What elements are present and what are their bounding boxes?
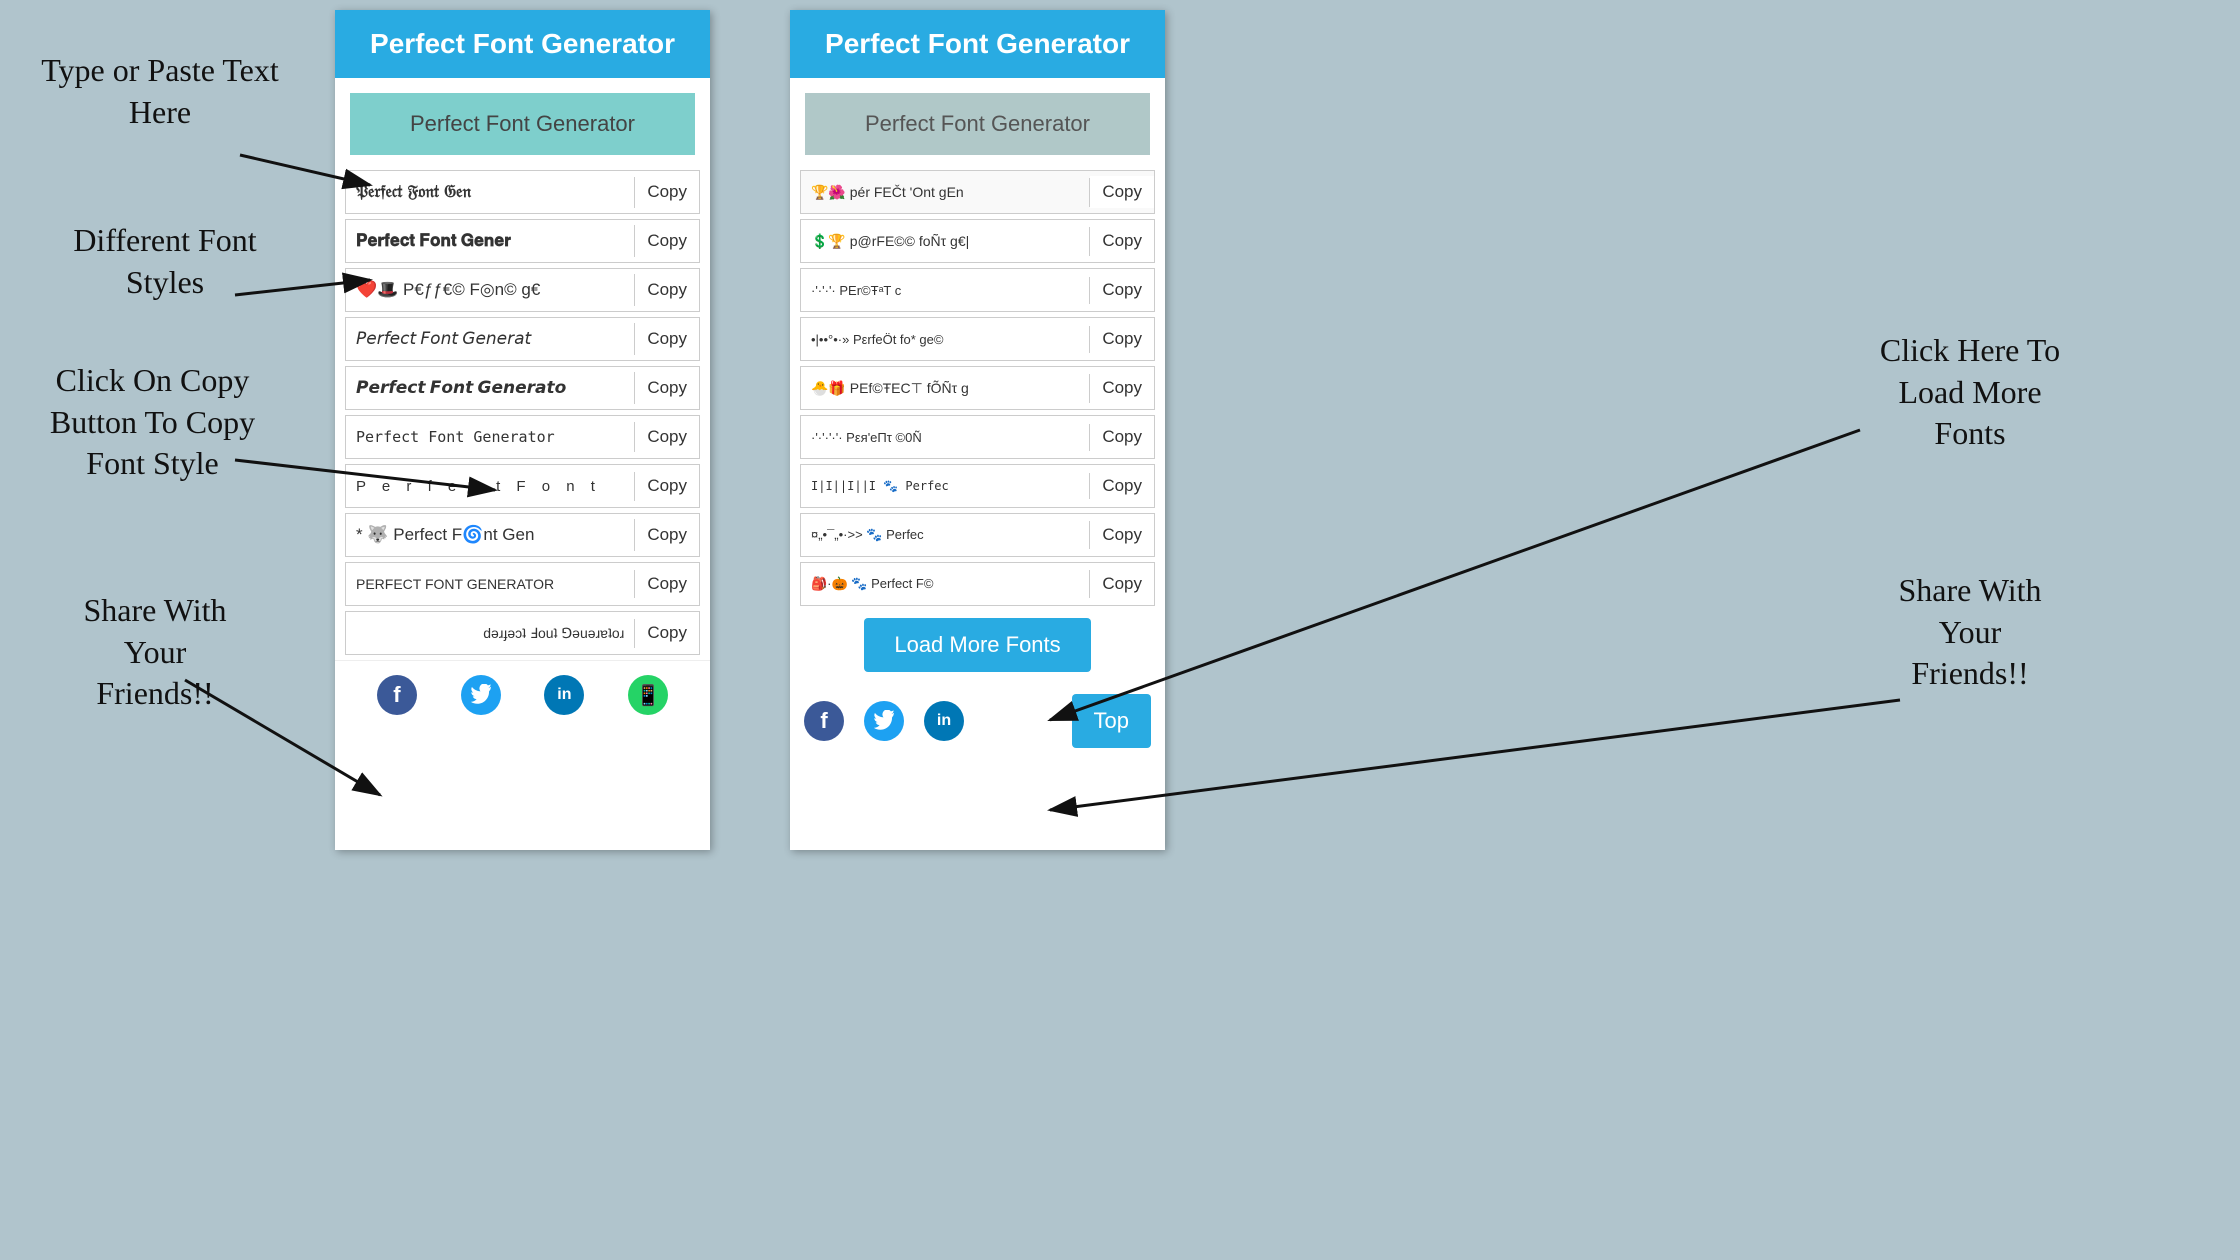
p2-font-row-4: •|••°•·» PεrfeÖt fo* ge© Copy bbox=[800, 317, 1155, 361]
p2-font-text-1: 🏆🌺 pér FEČt 'Ont gEn bbox=[801, 178, 1090, 207]
p2-font-row-7: I|I||I||I 🐾 Perfec Copy bbox=[800, 464, 1155, 508]
font-text-3: ❤️🎩 P€ƒƒ€© F◎n© g€ bbox=[346, 274, 635, 306]
p2-copy-btn-7[interactable]: Copy bbox=[1090, 470, 1154, 502]
linkedin-icon[interactable]: in bbox=[544, 675, 584, 715]
phone1-title: Perfect Font Generator bbox=[370, 28, 675, 59]
copy-btn-5[interactable]: Copy bbox=[635, 372, 699, 404]
annotation-type-text: Type or Paste TextHere bbox=[30, 50, 290, 133]
font-text-4: 𝘗𝘦𝘳𝘧𝘦𝘤𝘵 𝘍𝘰𝘯𝘵 𝘎𝘦𝘯𝘦𝘳𝘢𝘵 bbox=[346, 323, 635, 355]
top-button[interactable]: Top bbox=[1072, 694, 1151, 748]
social-bar-1: f in 📱 bbox=[335, 660, 710, 729]
font-text-7: P e r f e c t F o n t bbox=[346, 472, 635, 501]
font-row-9: PERFECT FONT GENERATOR Copy bbox=[345, 562, 700, 606]
font-text-2: 𝐏𝐞𝐫𝐟𝐞𝐜𝐭 𝐅𝐨𝐧𝐭 𝐆𝐞𝐧𝐞𝐫 bbox=[346, 225, 635, 257]
font-row-5: 𝙋𝙚𝙧𝙛𝙚𝙘𝙩 𝙁𝙤𝙣𝙩 𝙂𝙚𝙣𝙚𝙧𝙖𝙩𝙤 Copy bbox=[345, 366, 700, 410]
p2-font-row-1: 🏆🌺 pér FEČt 'Ont gEn Copy bbox=[800, 170, 1155, 214]
p2-font-row-5: 🐣🎁 PEf©ŦEC⊤ fÕÑτ g Copy bbox=[800, 366, 1155, 410]
copy-btn-3[interactable]: Copy bbox=[635, 274, 699, 306]
copy-btn-10[interactable]: Copy bbox=[635, 617, 699, 649]
copy-btn-7[interactable]: Copy bbox=[635, 470, 699, 502]
p2-copy-btn-8[interactable]: Copy bbox=[1090, 519, 1154, 551]
copy-btn-4[interactable]: Copy bbox=[635, 323, 699, 355]
font-text-8: * 🐺 Perfect F🌀nt Gen bbox=[346, 519, 635, 551]
font-text-6: 𝙿𝚎𝚛𝚏𝚎𝚌𝚝 𝙵𝚘𝚗𝚝 𝙶𝚎𝚗𝚎𝚛𝚊𝚝𝚘𝚛 bbox=[346, 422, 635, 452]
font-text-9: PERFECT FONT GENERATOR bbox=[346, 570, 635, 598]
annotation-font-styles: Different FontStyles bbox=[30, 220, 300, 303]
p2-font-row-9: 🎒·🎃 🐾 Perfect F© Copy bbox=[800, 562, 1155, 606]
phone1-header: Perfect Font Generator bbox=[335, 10, 710, 78]
annotation-copy: Click On CopyButton To CopyFont Style bbox=[10, 360, 295, 485]
phone2-header: Perfect Font Generator bbox=[790, 10, 1165, 78]
facebook-icon[interactable]: f bbox=[377, 675, 417, 715]
p2-font-text-7: I|I||I||I 🐾 Perfec bbox=[801, 473, 1090, 499]
p2-copy-btn-4[interactable]: Copy bbox=[1090, 323, 1154, 355]
p2-copy-btn-1[interactable]: Copy bbox=[1090, 176, 1154, 208]
facebook-icon-2[interactable]: f bbox=[804, 701, 844, 741]
font-text-10: ɹoʇɐɹǝuǝ⅁ ʇuoℲ ʇɔǝɟɹǝd bbox=[346, 619, 635, 648]
p2-font-row-3: ·'·'·'· ΡEr©ŦᵃΤ c Copy bbox=[800, 268, 1155, 312]
linkedin-icon-2[interactable]: in bbox=[924, 701, 964, 741]
text-input[interactable] bbox=[350, 93, 695, 155]
font-text-5: 𝙋𝙚𝙧𝙛𝙚𝙘𝙩 𝙁𝙤𝙣𝙩 𝙂𝙚𝙣𝙚𝙧𝙖𝙩𝙤 bbox=[346, 372, 635, 404]
font-row-6: 𝙿𝚎𝚛𝚏𝚎𝚌𝚝 𝙵𝚘𝚗𝚝 𝙶𝚎𝚗𝚎𝚛𝚊𝚝𝚘𝚛 Copy bbox=[345, 415, 700, 459]
p2-copy-btn-9[interactable]: Copy bbox=[1090, 568, 1154, 600]
text-input-2[interactable] bbox=[805, 93, 1150, 155]
whatsapp-icon[interactable]: 📱 bbox=[628, 675, 668, 715]
p2-font-text-5: 🐣🎁 PEf©ŦEC⊤ fÕÑτ g bbox=[801, 374, 1090, 403]
font-row-10: ɹoʇɐɹǝuǝ⅁ ʇuoℲ ʇɔǝɟɹǝd Copy bbox=[345, 611, 700, 655]
p2-copy-btn-2[interactable]: Copy bbox=[1090, 225, 1154, 257]
top-label: Top bbox=[1094, 708, 1129, 733]
p2-font-text-6: ·'·'·'·'· Pεя'eΠτ ©0Ñ bbox=[801, 424, 1090, 451]
load-more-button[interactable]: Load More Fonts bbox=[864, 618, 1090, 672]
twitter-icon[interactable] bbox=[461, 675, 501, 715]
p2-font-row-2: 💲🏆 p@rFE©© foÑτ g€| Copy bbox=[800, 219, 1155, 263]
p2-copy-btn-5[interactable]: Copy bbox=[1090, 372, 1154, 404]
font-row-1: 𝔓𝔢𝔯𝔣𝔢𝔠𝔱 𝔉𝔬𝔫𝔱 𝔊𝔢𝔫 Copy bbox=[345, 170, 700, 214]
p2-font-text-4: •|••°•·» PεrfeÖt fo* ge© bbox=[801, 326, 1090, 353]
font-row-4: 𝘗𝘦𝘳𝘧𝘦𝘤𝘵 𝘍𝘰𝘯𝘵 𝘎𝘦𝘯𝘦𝘳𝘢𝘵 Copy bbox=[345, 317, 700, 361]
annotation-load-more: Click Here ToLoad MoreFonts bbox=[1820, 330, 2120, 455]
phone-2: Perfect Font Generator 🏆🌺 pér FEČt 'Ont … bbox=[790, 10, 1165, 850]
annotation-share-left: Share WithYourFriends!! bbox=[30, 590, 280, 715]
copy-btn-6[interactable]: Copy bbox=[635, 421, 699, 453]
phone-1: Perfect Font Generator 𝔓𝔢𝔯𝔣𝔢𝔠𝔱 𝔉𝔬𝔫𝔱 𝔊𝔢𝔫 … bbox=[335, 10, 710, 850]
font-row-2: 𝐏𝐞𝐫𝐟𝐞𝐜𝐭 𝐅𝐨𝐧𝐭 𝐆𝐞𝐧𝐞𝐫 Copy bbox=[345, 219, 700, 263]
p2-font-text-2: 💲🏆 p@rFE©© foÑτ g€| bbox=[801, 227, 1090, 256]
p2-font-row-6: ·'·'·'·'· Pεя'eΠτ ©0Ñ Copy bbox=[800, 415, 1155, 459]
font-row-7: P e r f e c t F o n t Copy bbox=[345, 464, 700, 508]
p2-font-text-3: ·'·'·'· ΡEr©ŦᵃΤ c bbox=[801, 277, 1090, 304]
p2-font-text-8: ¤„•¯„•·>> 🐾 Perfec bbox=[801, 521, 1090, 549]
copy-btn-8[interactable]: Copy bbox=[635, 519, 699, 551]
load-more-label: Load More Fonts bbox=[894, 632, 1060, 657]
twitter-icon-2[interactable] bbox=[864, 701, 904, 741]
font-row-3: ❤️🎩 P€ƒƒ€© F◎n© g€ Copy bbox=[345, 268, 700, 312]
p2-copy-btn-6[interactable]: Copy bbox=[1090, 421, 1154, 453]
font-text-1: 𝔓𝔢𝔯𝔣𝔢𝔠𝔱 𝔉𝔬𝔫𝔱 𝔊𝔢𝔫 bbox=[346, 177, 635, 208]
copy-btn-9[interactable]: Copy bbox=[635, 568, 699, 600]
copy-btn-1[interactable]: Copy bbox=[635, 176, 699, 208]
p2-font-text-9: 🎒·🎃 🐾 Perfect F© bbox=[801, 570, 1090, 598]
p2-font-row-8: ¤„•¯„•·>> 🐾 Perfec Copy bbox=[800, 513, 1155, 557]
bottom-bar-2: f in Top bbox=[790, 684, 1165, 758]
font-row-8: * 🐺 Perfect F🌀nt Gen Copy bbox=[345, 513, 700, 557]
annotation-share-right: Share WithYourFriends!! bbox=[1820, 570, 2120, 695]
phone2-title: Perfect Font Generator bbox=[825, 28, 1130, 59]
copy-btn-2[interactable]: Copy bbox=[635, 225, 699, 257]
p2-copy-btn-3[interactable]: Copy bbox=[1090, 274, 1154, 306]
